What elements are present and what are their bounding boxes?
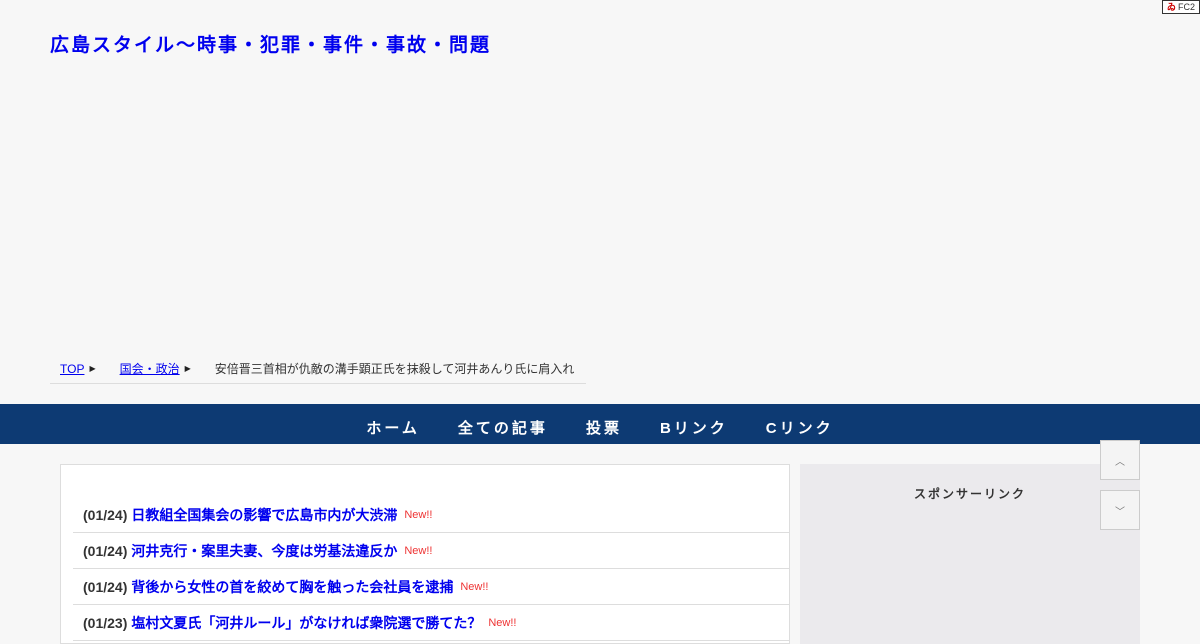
nav-item-b-link[interactable]: Bリンク bbox=[660, 417, 728, 444]
news-link[interactable]: 背後から女性の首を絞めて胸を触った会社員を逮捕 bbox=[131, 577, 453, 597]
new-badge: New!! bbox=[488, 616, 517, 629]
news-date: (01/23) bbox=[83, 614, 128, 631]
new-badge: New!! bbox=[460, 580, 489, 593]
list-item: (01/23) 塩村文夏氏「河井ルール」がなければ衆院選で勝てた？ New!! bbox=[73, 605, 789, 641]
breadcrumb-category-link[interactable]: 国会・政治 bbox=[120, 360, 180, 377]
nav-item-vote[interactable]: 投票 bbox=[586, 417, 622, 444]
scroll-down-button[interactable]: ﹀ bbox=[1100, 490, 1140, 530]
news-list: (01/24) 日教組全国集会の影響で広島市内が大渋滞 New!! (01/24… bbox=[73, 497, 789, 641]
news-link[interactable]: 日教組全国集会の影響で広島市内が大渋滞 bbox=[131, 505, 397, 525]
scroll-up-button[interactable]: ︿ bbox=[1100, 440, 1140, 480]
caret-right-icon: ▶ bbox=[184, 364, 191, 373]
fc2-badge[interactable]: ゐ FC2 bbox=[1162, 0, 1200, 14]
new-badge: New!! bbox=[404, 508, 433, 521]
news-date: (01/24) bbox=[83, 578, 128, 595]
list-item: (01/24) 背後から女性の首を絞めて胸を触った会社員を逮捕 New!! bbox=[73, 569, 789, 605]
main-nav: ホーム 全ての記事 投票 Bリンク Cリンク bbox=[0, 404, 1200, 444]
site-title[interactable]: 広島スタイル～時事・犯罪・事件・事故・問題 bbox=[50, 30, 491, 57]
recent-news-box: (01/24) 日教組全国集会の影響で広島市内が大渋滞 New!! (01/24… bbox=[60, 464, 790, 644]
list-item: (01/24) 日教組全国集会の影響で広島市内が大渋滞 New!! bbox=[73, 497, 789, 533]
caret-right-icon: ▶ bbox=[89, 364, 96, 373]
list-item: (01/24) 河井克行・案里夫妻、今度は労基法違反か New!! bbox=[73, 533, 789, 569]
breadcrumb-top-link[interactable]: TOP bbox=[60, 362, 84, 376]
new-badge: New!! bbox=[404, 544, 433, 557]
fc2-logo-icon: ゐ bbox=[1166, 2, 1176, 12]
news-date: (01/24) bbox=[83, 506, 128, 523]
chevron-up-icon: ︿ bbox=[1115, 456, 1125, 468]
sidebar-title: スポンサーリンク bbox=[913, 487, 1026, 501]
fc2-label: FC2 bbox=[1178, 2, 1196, 12]
chevron-down-icon: ﹀ bbox=[1115, 506, 1125, 518]
breadcrumb-current: 安倍晋三首相が仇敵の溝手顕正氏を抹殺して河井あんり氏に肩入れ bbox=[214, 362, 575, 376]
news-link[interactable]: 河井克行・案里夫妻、今度は労基法違反か bbox=[131, 541, 397, 561]
nav-item-all-articles[interactable]: 全ての記事 bbox=[458, 417, 548, 444]
breadcrumb: TOP ▶ 国会・政治 ▶ 安倍晋三首相が仇敵の溝手顕正氏を抹殺して河井あんり氏… bbox=[50, 354, 586, 384]
nav-item-home[interactable]: ホーム bbox=[366, 417, 420, 444]
sidebar: スポンサーリンク bbox=[800, 464, 1140, 644]
nav-item-c-link[interactable]: Cリンク bbox=[766, 417, 834, 444]
news-date: (01/24) bbox=[83, 542, 128, 559]
